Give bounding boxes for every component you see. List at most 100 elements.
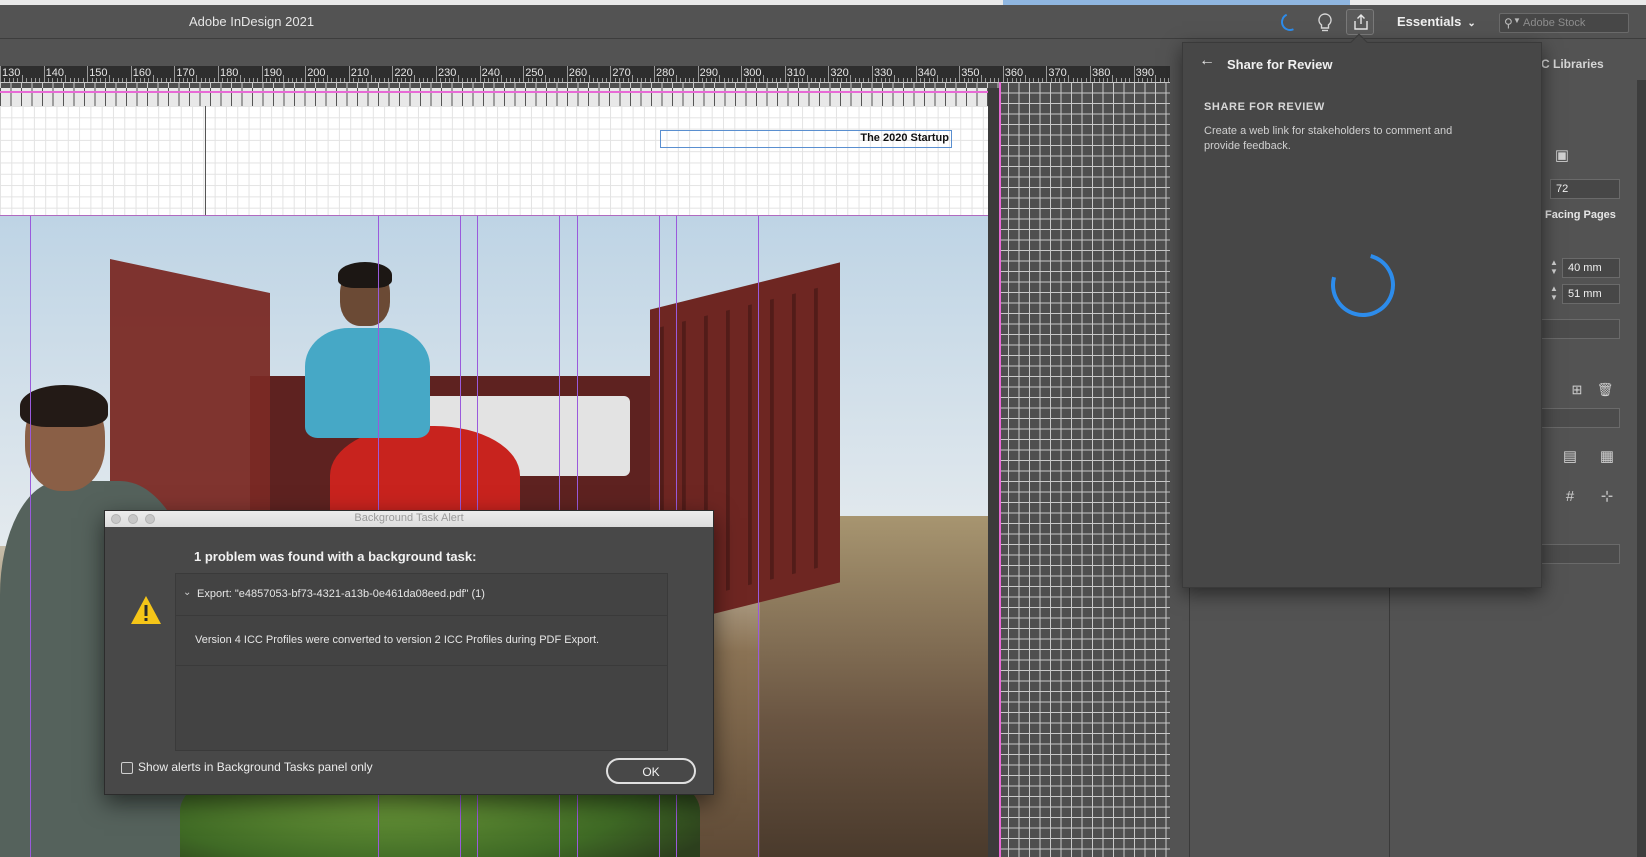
table-rows-icon[interactable]: ▤ — [1560, 447, 1580, 467]
ruler-major-tick — [523, 66, 525, 82]
ruler-label: 220 — [394, 67, 413, 79]
chevron-down-icon: ⌄ — [1467, 18, 1476, 29]
share-panel-heading: SHARE FOR REVIEW — [1204, 101, 1325, 113]
ruler-label: 260 — [568, 67, 588, 79]
chevron-down-icon: ▼ — [1513, 16, 1521, 25]
sync-progress-icon — [1278, 10, 1302, 34]
bleed-guide — [0, 91, 998, 93]
ruler-major-tick — [43, 66, 45, 82]
ruler-label: 320 — [830, 67, 849, 79]
ruler-minor-tick — [763, 75, 764, 82]
ruler-minor-tick — [414, 75, 416, 82]
ruler-minor-tick — [21, 75, 23, 82]
warning-icon — [129, 593, 163, 627]
smart-guides-icon[interactable]: ⊹ — [1597, 487, 1617, 507]
photo-man-hair — [20, 385, 108, 427]
problem-detail-row: Version 4 ICC Profiles were converted to… — [176, 616, 667, 666]
ruler-major-tick — [654, 66, 655, 82]
alerts-panel-only-checkbox[interactable] — [121, 762, 133, 774]
ruler-major-tick — [697, 66, 699, 82]
search-icon: ⚲ — [1504, 16, 1513, 30]
ruler-minor-tick — [196, 75, 198, 82]
ruler-minor-tick — [65, 75, 67, 82]
app-title-bar: Adobe InDesign 2021 Essentials ⌄ ⚲ ▼ Adobe… — [0, 5, 1646, 39]
ruler-major-tick — [784, 66, 786, 82]
ruler-label: 130 — [2, 67, 21, 79]
ruler-major-tick — [87, 66, 89, 82]
panel-divider — [1389, 580, 1390, 857]
ruler-label: 390 — [1135, 67, 1154, 79]
ruler-minor-tick — [893, 75, 895, 82]
ruler-label: 310 — [786, 67, 806, 79]
ruler-minor-tick — [588, 75, 590, 82]
empty-field[interactable] — [1540, 544, 1620, 564]
ruler-label: 330 — [874, 67, 893, 79]
problem-task-row[interactable]: ⌄ Export: "e4857053-bf73-4321-a13b-0e461… — [176, 574, 667, 616]
width-field[interactable]: 40 mm — [1562, 258, 1620, 278]
ruler-label: 240 — [481, 67, 500, 79]
ruler-minor-tick — [239, 75, 241, 82]
tab-cc-libraries[interactable]: C Libraries — [1541, 57, 1604, 71]
ruler-minor-tick — [675, 75, 677, 82]
resolution-field[interactable]: 72 — [1550, 179, 1620, 199]
empty-field[interactable] — [1540, 408, 1620, 428]
facing-pages-label[interactable]: Facing Pages — [1545, 209, 1616, 221]
panel-dock-edge — [1637, 80, 1646, 857]
table-grid-icon[interactable]: ▦ — [1597, 447, 1617, 467]
baseline-grid-icon[interactable]: # — [1560, 487, 1580, 507]
ruler-label: 360 — [1004, 67, 1024, 79]
share-icon[interactable] — [1346, 9, 1374, 35]
chevron-down-icon[interactable]: ⌄ — [183, 587, 191, 598]
column-guide — [30, 216, 31, 857]
height-stepper[interactable]: ▲ ▼ — [1548, 284, 1560, 304]
photo-boy — [300, 262, 430, 466]
height-field[interactable]: 51 mm — [1562, 284, 1620, 304]
ruler-label: 210 — [350, 67, 370, 79]
ruler-label: 230 — [438, 67, 457, 79]
ruler-minor-tick — [981, 75, 982, 82]
ok-button[interactable]: OK — [606, 758, 696, 784]
alerts-panel-only-label[interactable]: Show alerts in Background Tasks panel on… — [138, 760, 373, 774]
horizontal-ruler[interactable]: 130 140 150 160 170 180 190 200 210 220 230 240 250 2… — [0, 66, 1170, 82]
ruler-major-tick — [610, 66, 612, 82]
ruler-major-tick — [261, 66, 263, 82]
ruler-label: 280 — [656, 67, 675, 79]
width-stepper[interactable]: ▲ ▼ — [1548, 258, 1560, 278]
ruler-minor-tick — [1111, 75, 1113, 82]
ruler-major-tick — [1133, 66, 1135, 82]
ruler-label: 160 — [132, 67, 152, 79]
ruler-minor-tick — [850, 75, 852, 82]
ruler-minor-tick — [370, 75, 372, 82]
photo-boy-shirt — [305, 328, 430, 438]
ruler-minor-tick — [152, 75, 154, 82]
add-icon[interactable]: ⊞ — [1567, 380, 1587, 400]
ruler-label: 200 — [307, 67, 326, 79]
header-text-frame[interactable]: The 2020 Startup — [660, 130, 952, 148]
ruler-label: 180 — [220, 67, 239, 79]
empty-field[interactable] — [1540, 319, 1620, 339]
ruler-minor-tick — [719, 75, 721, 82]
ruler-label: 250 — [525, 67, 544, 79]
ruler-major-tick — [305, 66, 307, 82]
ruler-label: 350 — [961, 67, 980, 79]
ruler-major-tick — [1046, 66, 1048, 82]
back-arrow-icon[interactable]: ← — [1199, 52, 1215, 70]
ruler-minor-tick — [1068, 75, 1070, 82]
ruler-label: 300 — [743, 67, 762, 79]
ruler-major-tick — [959, 66, 961, 82]
page-header-area[interactable] — [0, 106, 988, 216]
ruler-minor-tick — [632, 75, 634, 82]
ruler-major-tick — [566, 66, 568, 82]
ruler-major-tick — [1002, 66, 1004, 82]
workspace-switcher[interactable]: Essentials ⌄ — [1397, 14, 1476, 29]
lightbulb-icon[interactable] — [1314, 11, 1336, 35]
ruler-label: 380 — [1092, 67, 1111, 79]
app-title: Adobe InDesign 2021 — [189, 14, 315, 29]
adobe-stock-search[interactable]: ⚲ ▼ Adobe Stock — [1499, 13, 1629, 33]
trash-icon[interactable]: 🗑 — [1595, 380, 1615, 400]
ruler-major-tick — [828, 66, 830, 82]
column-guide — [758, 216, 759, 857]
page-size-icon[interactable]: ▣ — [1552, 146, 1572, 166]
ruler-major-tick — [1090, 66, 1091, 82]
ruler-minor-tick — [1024, 75, 1026, 82]
